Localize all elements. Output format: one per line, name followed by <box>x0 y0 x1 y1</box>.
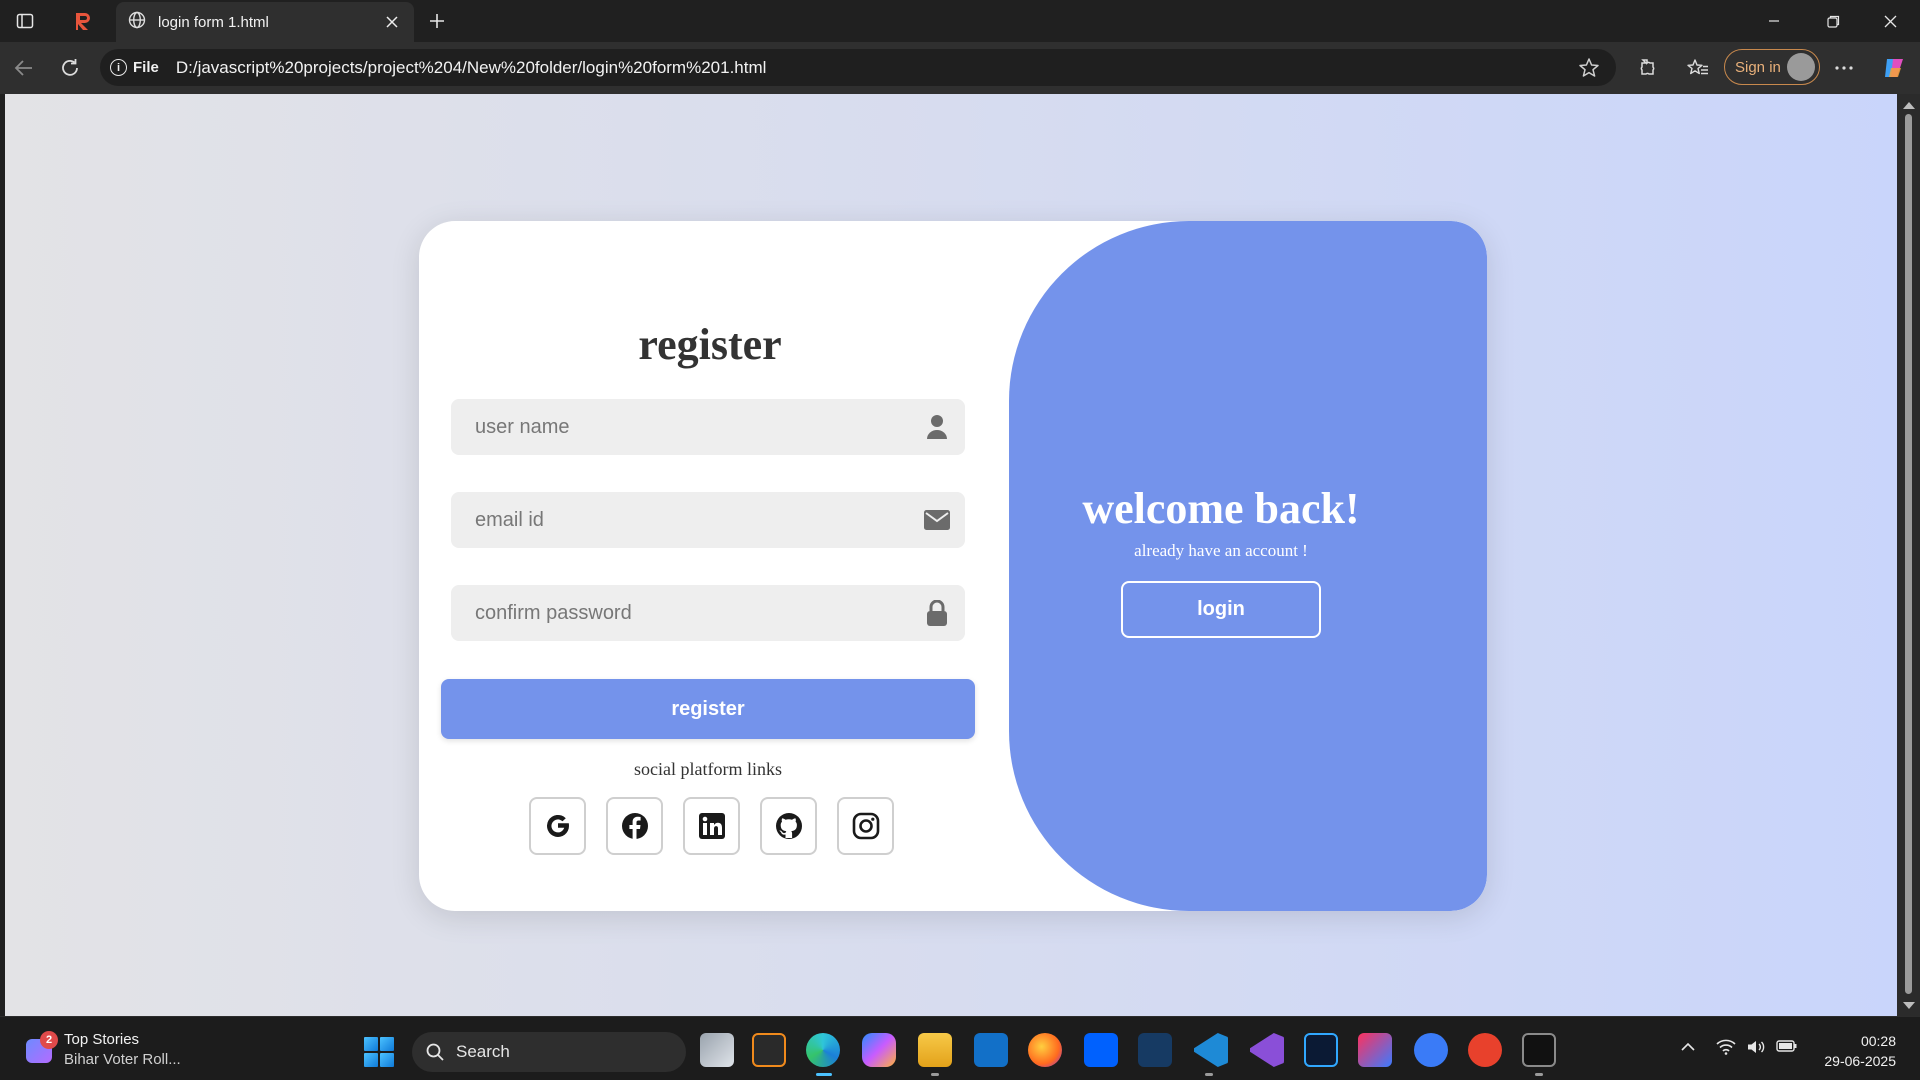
terminal-indicator <box>1535 1073 1543 1076</box>
linkedin-icon[interactable] <box>683 797 740 855</box>
firefox-icon[interactable] <box>1028 1033 1062 1067</box>
windows-start-icon[interactable] <box>364 1037 394 1067</box>
wps-office-icon[interactable] <box>1468 1033 1502 1067</box>
close-tab-icon[interactable] <box>382 12 402 32</box>
sign-in-label: Sign in <box>1735 58 1781 76</box>
extensions-icon[interactable] <box>1630 52 1662 84</box>
github-icon[interactable] <box>760 797 817 855</box>
social-links <box>529 797 894 855</box>
confirm-password-field[interactable] <box>451 585 965 641</box>
copilot-icon[interactable] <box>1878 52 1910 84</box>
task-view-icon[interactable] <box>700 1033 734 1067</box>
favorites-icon[interactable] <box>1682 52 1714 84</box>
wifi-icon[interactable] <box>1716 1039 1736 1058</box>
scroll-down-arrow-icon[interactable] <box>1903 1002 1915 1009</box>
auth-card: register register social platform links <box>419 221 1487 911</box>
news-widget[interactable]: 2 Top Stories Bihar Voter Roll... <box>22 1029 202 1071</box>
battery-icon[interactable] <box>1776 1039 1798 1056</box>
browser-tab[interactable]: login form 1.html <box>116 2 414 42</box>
browser-toolbar: i File D:/javascript%20projects/project%… <box>0 42 1920 94</box>
search-icon <box>426 1043 444 1061</box>
browser-title-bar: login form 1.html <box>0 0 1920 42</box>
clock-date: 29-06-2025 <box>1824 1053 1896 1069</box>
info-icon: i <box>110 59 127 76</box>
sublime-text-icon[interactable] <box>752 1033 786 1067</box>
close-window-icon[interactable] <box>1866 6 1914 36</box>
envelope-icon <box>923 506 951 534</box>
intellij-icon[interactable] <box>1358 1033 1392 1067</box>
minimize-icon[interactable] <box>1750 6 1798 36</box>
new-tab-icon[interactable] <box>424 8 450 34</box>
terminal-icon[interactable] <box>1522 1033 1556 1067</box>
show-hidden-icons-icon[interactable] <box>1680 1039 1696 1055</box>
security-app-icon[interactable] <box>1138 1033 1172 1067</box>
news-badge: 2 <box>40 1031 58 1049</box>
photoshop-icon[interactable] <box>1304 1033 1338 1067</box>
edge-browser-icon[interactable] <box>806 1033 840 1067</box>
social-links-title: social platform links <box>634 759 782 779</box>
favorite-star-icon[interactable] <box>1576 55 1602 81</box>
file-explorer-icon[interactable] <box>918 1033 952 1067</box>
welcome-title: welcome back! <box>1082 484 1360 533</box>
scrollbar-thumb[interactable] <box>1905 114 1912 994</box>
address-bar[interactable]: i File D:/javascript%20projects/project%… <box>100 49 1616 86</box>
visual-studio-icon[interactable] <box>1250 1033 1284 1067</box>
more-menu-icon[interactable] <box>1828 52 1860 84</box>
outlook-icon[interactable] <box>974 1033 1008 1067</box>
volume-icon[interactable] <box>1746 1039 1766 1058</box>
system-clock[interactable]: 00:28 29-06-2025 <box>1824 1031 1896 1071</box>
register-button[interactable]: register <box>441 679 975 739</box>
lock-icon <box>923 599 951 627</box>
file-label: File <box>133 59 159 76</box>
welcome-subtitle: already have an account ! <box>1134 541 1308 560</box>
app-store-icon[interactable] <box>1414 1033 1448 1067</box>
news-subtitle: Bihar Voter Roll... <box>64 1051 181 1068</box>
username-field[interactable] <box>451 399 965 455</box>
welcome-panel: welcome back! already have an account ! … <box>1009 221 1487 911</box>
taskbar: 2 Top Stories Bihar Voter Roll... Search… <box>0 1016 1920 1080</box>
taskbar-search[interactable]: Search <box>412 1032 686 1072</box>
vscode-icon[interactable] <box>1194 1033 1228 1067</box>
dropbox-icon[interactable] <box>1084 1033 1118 1067</box>
email-input[interactable] <box>475 508 923 532</box>
vscode-indicator <box>1205 1073 1213 1076</box>
search-label: Search <box>456 1042 510 1061</box>
r-extension-icon[interactable] <box>70 8 96 34</box>
edge-active-indicator <box>816 1073 832 1076</box>
username-input[interactable] <box>475 415 923 439</box>
site-info-button[interactable]: i File <box>110 59 159 76</box>
url-text[interactable]: D:/javascript%20projects/project%204/New… <box>176 58 767 78</box>
form-title: register <box>638 320 782 369</box>
google-icon[interactable] <box>529 797 586 855</box>
scroll-up-arrow-icon[interactable] <box>1903 102 1915 109</box>
tab-title: login form 1.html <box>158 13 269 31</box>
news-title: Top Stories <box>64 1031 140 1048</box>
avatar <box>1787 53 1815 81</box>
copilot-app-icon[interactable] <box>862 1033 896 1067</box>
login-button[interactable]: login <box>1121 581 1321 638</box>
sign-in-button[interactable]: Sign in <box>1724 49 1820 85</box>
facebook-icon[interactable] <box>606 797 663 855</box>
refresh-icon[interactable] <box>54 52 86 84</box>
confirm-password-input[interactable] <box>475 601 923 625</box>
clock-time: 00:28 <box>1860 1033 1896 1049</box>
explorer-indicator <box>931 1073 939 1076</box>
email-field[interactable] <box>451 492 965 548</box>
user-icon <box>923 413 951 441</box>
instagram-icon[interactable] <box>837 797 894 855</box>
vertical-scrollbar[interactable] <box>1897 94 1920 1016</box>
sidebar-toggle-icon[interactable] <box>12 8 38 34</box>
globe-icon <box>128 11 146 33</box>
restore-icon[interactable] <box>1809 6 1857 36</box>
back-icon[interactable] <box>8 52 40 84</box>
page-viewport: register register social platform links <box>5 94 1897 1016</box>
